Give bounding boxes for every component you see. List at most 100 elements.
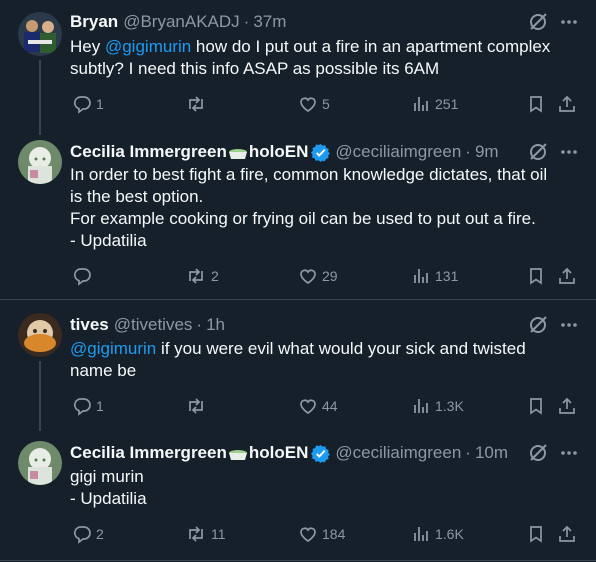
tweet-text-line: For example cooking or frying oil can be… xyxy=(70,209,536,228)
like-button[interactable]: 184 xyxy=(298,523,345,545)
share-icon xyxy=(559,267,575,284)
reply-button[interactable]: 1 xyxy=(72,395,104,417)
views-button[interactable]: 1.3K xyxy=(411,395,464,417)
views-icon xyxy=(414,269,428,283)
thread-line xyxy=(39,361,41,431)
tweet-top-icons xyxy=(528,12,578,32)
tweet[interactable]: tives @tivetives · 1h @gigimurin if you … xyxy=(0,300,596,431)
user-handle[interactable]: @BryanAKADJ xyxy=(123,12,239,32)
share-button[interactable] xyxy=(557,265,577,287)
retweet-button[interactable]: 11 xyxy=(185,523,226,545)
reply-count: 1 xyxy=(96,96,104,112)
tweet-text: gigi murin - Updatilia xyxy=(70,466,580,510)
like-button[interactable]: 5 xyxy=(298,93,330,115)
timestamp[interactable]: 37m xyxy=(253,12,286,32)
display-name[interactable]: Bryan xyxy=(70,12,118,32)
views-button[interactable]: 131 xyxy=(411,265,458,287)
views-button[interactable]: 1.6K xyxy=(411,523,464,545)
avatar-tives[interactable] xyxy=(18,313,62,357)
like-button[interactable]: 29 xyxy=(298,265,338,287)
view-count: 131 xyxy=(435,268,459,284)
tweet-text-line: subtly? I need this info ASAP as possibl… xyxy=(70,59,440,78)
reply-icon xyxy=(73,526,91,544)
grok-icon[interactable] xyxy=(528,443,548,463)
share-button[interactable] xyxy=(557,523,577,545)
tweet-header: tives @tivetives · 1h xyxy=(70,314,225,336)
grok-icon[interactable] xyxy=(528,142,548,162)
like-count: 184 xyxy=(322,526,346,542)
user-handle[interactable]: @ceciliaimgreen xyxy=(335,142,461,162)
views-icon xyxy=(414,527,428,541)
bookmark-icon xyxy=(530,526,542,543)
views-button[interactable]: 251 xyxy=(411,93,458,115)
display-name[interactable]: Cecilia Immergreen holoEN xyxy=(70,142,308,162)
tweet-text: Hey @gigimurin how do I put out a fire i… xyxy=(70,36,580,80)
heart-icon xyxy=(300,399,316,414)
more-options-icon[interactable] xyxy=(560,443,578,463)
separator-dot: · xyxy=(465,443,471,462)
separator-dot: · xyxy=(465,142,471,161)
tweet[interactable]: Cecilia Immergreen holoEN @ceciliaimgreen… xyxy=(0,431,596,562)
reply-count: 2 xyxy=(96,526,104,542)
separator-dot: · xyxy=(196,315,203,334)
green-tea-icon xyxy=(228,144,248,162)
thread-line xyxy=(39,60,41,135)
like-button[interactable]: 44 xyxy=(298,395,338,417)
reply-button[interactable] xyxy=(72,265,96,287)
share-icon xyxy=(559,525,575,542)
like-count: 44 xyxy=(322,398,338,414)
tweet-top-icons xyxy=(528,443,578,463)
timestamp[interactable]: 9m xyxy=(475,142,499,162)
more-options-icon[interactable] xyxy=(560,315,578,335)
display-name[interactable]: tives xyxy=(70,315,109,335)
retweet-button[interactable]: 2 xyxy=(185,265,219,287)
share-icon xyxy=(559,397,575,414)
views-icon xyxy=(414,399,428,413)
tweet-text-line: name be xyxy=(70,361,137,380)
grok-icon[interactable] xyxy=(528,12,548,32)
reply-button[interactable]: 2 xyxy=(72,523,104,545)
tweet-header: Cecilia Immergreen holoEN @ceciliaimgreen… xyxy=(70,442,508,464)
bottom-divider xyxy=(0,560,596,561)
bookmark-button[interactable] xyxy=(526,523,546,545)
reply-button[interactable]: 1 xyxy=(72,93,104,115)
more-options-icon[interactable] xyxy=(560,142,578,162)
reply-icon xyxy=(73,96,91,114)
mention-link[interactable]: @gigimurin xyxy=(70,339,156,358)
share-button[interactable] xyxy=(557,395,577,417)
more-options-icon[interactable] xyxy=(560,12,578,32)
display-name[interactable]: Cecilia Immergreen holoEN xyxy=(70,443,308,463)
heart-icon xyxy=(300,269,316,284)
grok-icon[interactable] xyxy=(528,315,548,335)
mention-link[interactable]: @gigimurin xyxy=(105,37,191,56)
bookmark-icon xyxy=(530,268,542,285)
share-button[interactable] xyxy=(557,93,577,115)
tweet-text-line: gigi murin xyxy=(70,467,144,486)
retweet-button[interactable] xyxy=(185,93,211,115)
bookmark-button[interactable] xyxy=(526,93,546,115)
timestamp[interactable]: 10m xyxy=(475,443,508,463)
avatar-bryan[interactable] xyxy=(18,12,62,56)
tweet-text-line: - Updatilia xyxy=(70,231,147,250)
tweet[interactable]: Bryan @BryanAKADJ · 37m Hey @gigimurin h… xyxy=(0,0,596,135)
bookmark-button[interactable] xyxy=(526,395,546,417)
action-bar: 2 29 131 xyxy=(70,265,580,287)
verified-badge-icon[interactable] xyxy=(311,444,331,463)
user-handle[interactable]: @tivetives xyxy=(114,315,193,335)
view-count: 251 xyxy=(435,96,459,112)
bookmark-icon xyxy=(530,96,542,113)
retweet-button[interactable] xyxy=(185,395,211,417)
timestamp[interactable]: 1h xyxy=(206,315,225,335)
green-tea-icon xyxy=(228,445,248,463)
tweet[interactable]: Cecilia Immergreen holoEN @ceciliaimgreen… xyxy=(0,135,596,298)
avatar-cecilia[interactable] xyxy=(18,441,62,485)
heart-icon xyxy=(300,97,316,112)
action-bar: 1 5 251 xyxy=(70,93,580,115)
user-handle[interactable]: @ceciliaimgreen xyxy=(335,443,461,463)
avatar-cecilia[interactable] xyxy=(18,140,62,184)
bookmark-button[interactable] xyxy=(526,265,546,287)
reply-icon xyxy=(73,268,91,286)
like-count: 29 xyxy=(322,268,338,284)
verified-badge-icon[interactable] xyxy=(311,143,331,162)
tweet-text-line: - Updatilia xyxy=(70,489,147,508)
